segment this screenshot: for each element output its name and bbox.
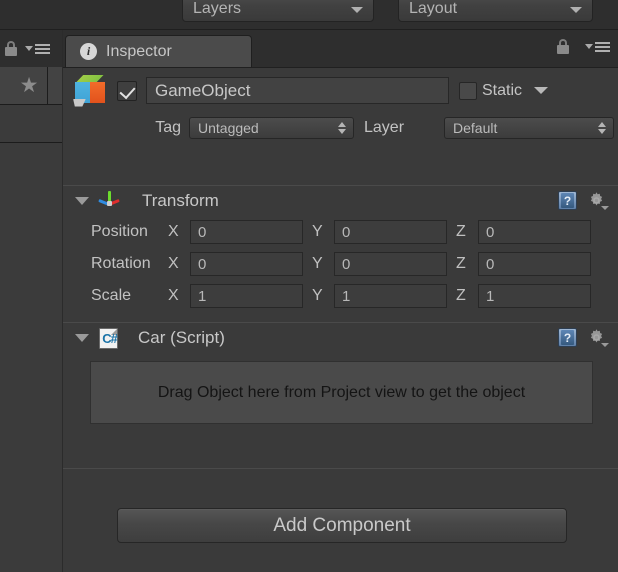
- rotation-z-input[interactable]: 0: [478, 252, 591, 276]
- position-z-input[interactable]: 0: [478, 220, 591, 244]
- chevron-down-icon: [570, 7, 582, 13]
- component-header-icons: [558, 191, 609, 210]
- gameobject-name-input[interactable]: GameObject: [146, 77, 449, 104]
- foldout-triangle-icon[interactable]: [75, 334, 89, 342]
- hamburger-menu-icon[interactable]: [25, 43, 50, 54]
- position-y-input[interactable]: 0: [334, 220, 447, 244]
- axis-label-y: Y: [312, 287, 323, 304]
- chevron-down-icon: [351, 7, 363, 13]
- script-help-box: Drag Object here from Project view to ge…: [90, 361, 593, 424]
- transform-axis-icon: [98, 191, 120, 211]
- axis-label-y: Y: [312, 223, 323, 240]
- position-x-input[interactable]: 0: [190, 220, 303, 244]
- csharp-glyph: C#: [102, 331, 118, 346]
- layer-dropdown[interactable]: Default: [444, 117, 614, 139]
- inspector-panel: i Inspector GameObject Static Tag Untagg…: [63, 30, 618, 572]
- scale-x-input[interactable]: 1: [190, 284, 303, 308]
- divider: [63, 468, 618, 469]
- gameobject-enabled-checkbox[interactable]: [117, 80, 137, 101]
- left-panel-body: [0, 143, 62, 572]
- info-icon: i: [80, 43, 97, 60]
- updown-arrows-icon: [598, 121, 607, 135]
- lock-icon[interactable]: [4, 41, 18, 56]
- left-panel-row[interactable]: [0, 105, 62, 143]
- axis-label-x: X: [168, 287, 179, 304]
- top-toolbar: Layers Layout: [0, 0, 618, 30]
- layout-dropdown-label: Layout: [409, 0, 458, 17]
- layers-dropdown-label: Layers: [193, 0, 242, 17]
- rotation-x-input[interactable]: 0: [190, 252, 303, 276]
- rotation-label: Rotation: [91, 255, 151, 272]
- updown-arrows-icon: [338, 121, 347, 135]
- scale-y-input[interactable]: 1: [334, 284, 447, 308]
- axis-label-z: Z: [456, 255, 466, 272]
- lock-icon[interactable]: [556, 39, 570, 54]
- component-header-car-script[interactable]: C# Car (Script): [63, 323, 618, 353]
- star-icon: ★: [19, 74, 39, 97]
- left-side-panel: ★: [0, 30, 62, 572]
- chevron-down-icon: [601, 206, 609, 210]
- gear-icon[interactable]: [587, 328, 609, 347]
- transform-scale-row: Scale X 1 Y 1 Z 1: [63, 280, 618, 312]
- tag-value: Untagged: [198, 120, 259, 136]
- foldout-triangle-icon[interactable]: [75, 197, 89, 205]
- csharp-script-icon: C#: [99, 327, 118, 349]
- component-header-transform[interactable]: Transform: [63, 186, 618, 216]
- help-book-icon[interactable]: [558, 328, 577, 347]
- scale-z-input[interactable]: 1: [478, 284, 591, 308]
- chevron-down-icon: [601, 343, 609, 347]
- unity-editor-window: Layers Layout ★ i Inspector GameObject S…: [0, 0, 618, 572]
- inspector-tabstrip: i Inspector: [63, 30, 618, 67]
- tag-dropdown[interactable]: Untagged: [189, 117, 354, 139]
- left-panel-iconbar: [0, 30, 62, 67]
- layer-value: Default: [453, 120, 498, 136]
- hamburger-menu-icon[interactable]: [585, 41, 610, 52]
- position-label: Position: [91, 223, 148, 240]
- cube-icon: [71, 71, 111, 111]
- add-component-label: Add Component: [273, 514, 411, 536]
- axis-label-x: X: [168, 223, 179, 240]
- help-book-icon[interactable]: [558, 191, 577, 210]
- axis-label-y: Y: [312, 255, 323, 272]
- scale-label: Scale: [91, 287, 132, 304]
- divider: [47, 67, 48, 105]
- gear-icon[interactable]: [587, 191, 609, 210]
- axis-label-z: Z: [456, 287, 466, 304]
- rotation-y-input[interactable]: 0: [334, 252, 447, 276]
- component-header-icons: [558, 328, 609, 347]
- static-checkbox[interactable]: [459, 81, 477, 100]
- inspector-header-icons: [554, 39, 610, 54]
- component-title-transform: Transform: [142, 191, 219, 210]
- gameobject-name-value: GameObject: [155, 80, 251, 100]
- transform-position-row: Position X 0 Y 0 Z 0: [63, 216, 618, 248]
- axis-label-x: X: [168, 255, 179, 272]
- static-label: Static: [482, 81, 523, 99]
- chevron-down-icon[interactable]: [534, 87, 549, 94]
- layout-dropdown-button[interactable]: Layout: [398, 0, 593, 22]
- favorites-button[interactable]: ★: [0, 67, 62, 105]
- tab-inspector-label: Inspector: [106, 42, 172, 60]
- axis-label-z: Z: [456, 223, 466, 240]
- tab-inspector[interactable]: i Inspector: [65, 35, 252, 67]
- component-title-car-script: Car (Script): [138, 328, 225, 347]
- add-component-button[interactable]: Add Component: [117, 508, 567, 543]
- inspector-body: GameObject Static Tag Untagged Layer Def…: [63, 67, 618, 572]
- layer-label: Layer: [364, 119, 405, 136]
- tag-layer-row: Tag Untagged Layer Default: [63, 113, 618, 143]
- tag-label: Tag: [155, 119, 181, 136]
- script-help-text: Drag Object here from Project view to ge…: [157, 383, 526, 401]
- layers-dropdown-button[interactable]: Layers: [182, 0, 374, 22]
- gameobject-header-row: GameObject Static: [63, 68, 618, 113]
- transform-rotation-row: Rotation X 0 Y 0 Z 0: [63, 248, 618, 280]
